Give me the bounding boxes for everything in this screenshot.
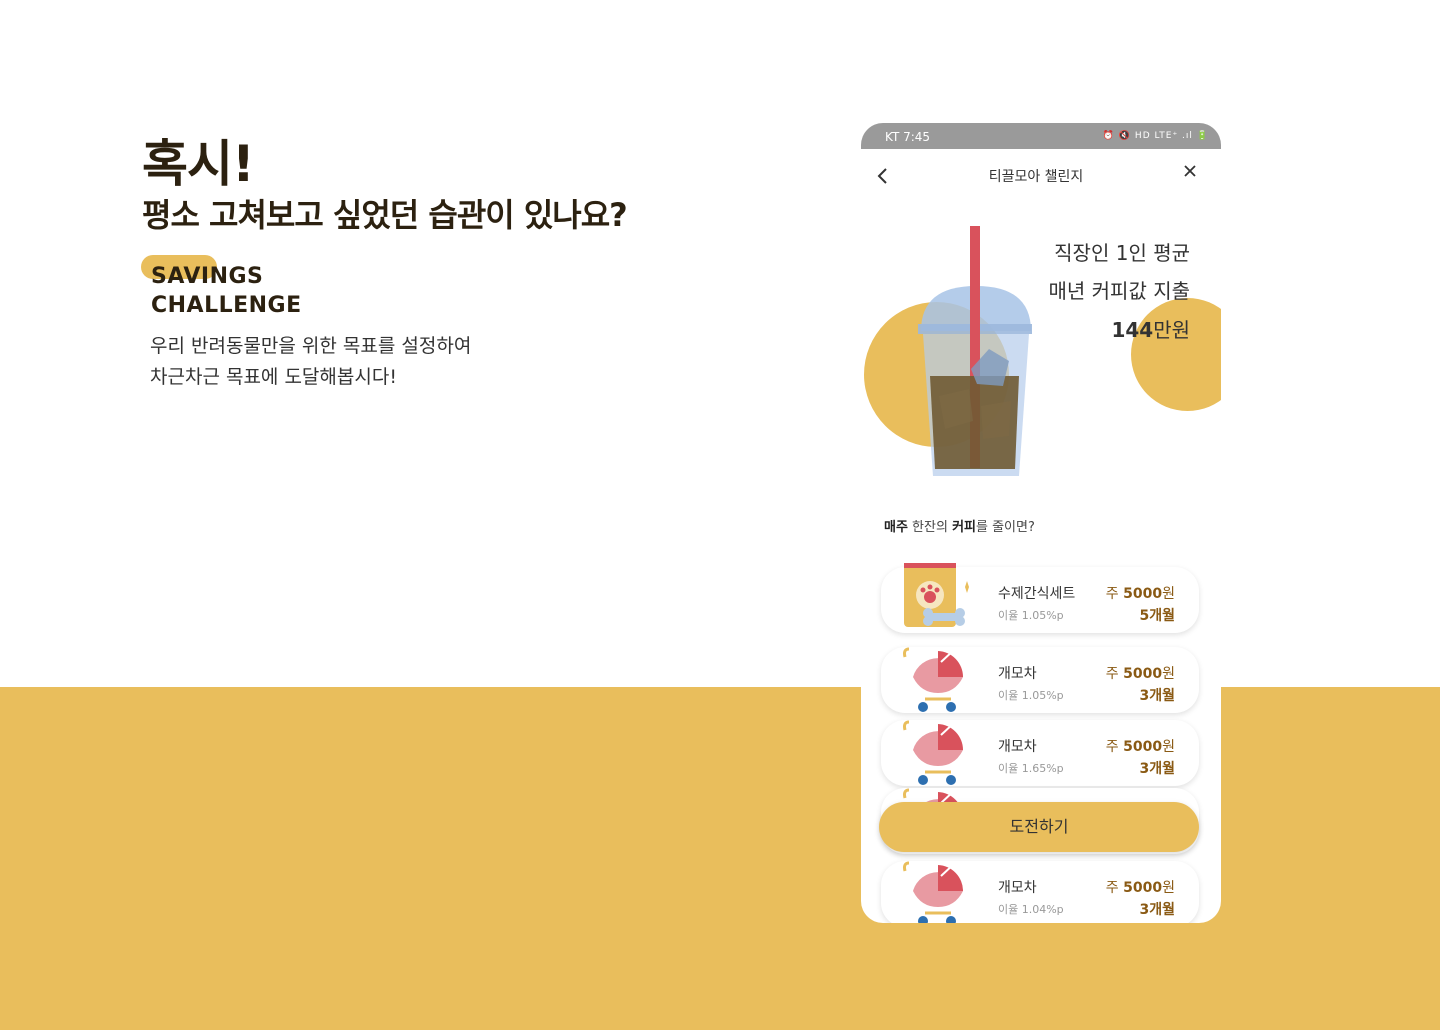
card-name: 개모차 <box>998 880 1037 896</box>
stat-number: 144 <box>1111 318 1154 342</box>
amount-currency: 원 <box>1162 880 1175 896</box>
amount-value: 5000 <box>1123 586 1163 602</box>
card-rate: 이율 1.65%p <box>998 762 1064 775</box>
amount-prefix: 주 <box>1105 666 1124 682</box>
challenge-card[interactable]: 수제간식세트 이율 1.05%p 주 5000원 5개월 <box>881 563 1199 633</box>
amount-value: 5000 <box>1123 739 1163 755</box>
stroller-icon <box>903 647 963 712</box>
badge-line2: CHALLENGE <box>151 293 302 318</box>
challenge-start-button[interactable]: 도전하기 <box>879 802 1199 852</box>
stat-value: 144만원 <box>1111 314 1190 343</box>
card-name: 수제간식세트 <box>998 586 1076 602</box>
card-rate: 이율 1.05%p <box>998 609 1064 622</box>
status-carrier-time: KT 7:45 <box>885 130 931 144</box>
stat-line2: 매년 커피값 지출 <box>1048 279 1190 303</box>
bottom-background-band <box>0 687 1440 1030</box>
stroller-icon <box>903 720 963 785</box>
card-name: 개모차 <box>998 666 1037 682</box>
card-amount: 주 5000원 <box>1106 877 1175 897</box>
question-bold2: 커피 <box>952 520 976 535</box>
card-period: 3개월 <box>1139 761 1175 777</box>
status-bar: KT 7:45 ⏰ 🔇 HD LTE⁺ .ıl 🔋 <box>861 123 1221 149</box>
question-text1: 한잔의 <box>907 520 953 535</box>
question-text: 매주 한잔의 커피를 줄이면? <box>884 516 1035 535</box>
nav-bar: 티끌모아 챌린지 <box>861 149 1221 199</box>
question-bold1: 매주 <box>884 520 908 535</box>
amount-prefix: 주 <box>1105 739 1124 755</box>
snack-bag-icon <box>904 563 969 627</box>
card-name: 개모차 <box>998 739 1037 755</box>
card-period: 3개월 <box>1139 688 1175 704</box>
card-amount: 주 5000원 <box>1106 663 1175 683</box>
amount-value: 5000 <box>1123 666 1163 682</box>
card-period: 5개월 <box>1139 608 1175 624</box>
badge-line1: SAVINGS <box>151 264 264 289</box>
phone-mockup: KT 7:45 ⏰ 🔇 HD LTE⁺ .ıl 🔋 티끌모아 챌린지 직장인 1… <box>861 123 1221 923</box>
card-amount: 주 5000원 <box>1106 583 1175 603</box>
status-icons: ⏰ 🔇 HD LTE⁺ .ıl 🔋 <box>1102 131 1209 141</box>
hero-description: 우리 반려동물만을 위한 목표를 설정하여 차근차근 목표에 도달해봅시다! <box>150 331 471 393</box>
challenge-card[interactable]: 개모차 이율 1.04%p 주 5000원 3개월 <box>881 861 1199 923</box>
stroller-icon <box>903 861 963 923</box>
amount-currency: 원 <box>1162 586 1175 602</box>
nav-title: 티끌모아 챌린지 <box>988 169 1084 185</box>
challenge-card[interactable]: 개모차 이율 1.65%p 주 5000원 3개월 <box>881 720 1199 786</box>
savings-challenge-badge: SAVINGS CHALLENGE <box>151 262 302 320</box>
card-rate: 이율 1.05%p <box>998 689 1064 702</box>
stat-unit: 만원 <box>1153 318 1190 342</box>
amount-prefix: 주 <box>1105 880 1124 896</box>
stat-line1: 직장인 1인 평균 <box>1054 241 1190 265</box>
amount-value: 5000 <box>1123 880 1163 896</box>
amount-currency: 원 <box>1162 739 1175 755</box>
card-amount: 주 5000원 <box>1106 736 1175 756</box>
card-period: 3개월 <box>1139 902 1175 918</box>
question-text2: 를 줄이면? <box>976 520 1035 535</box>
amount-currency: 원 <box>1162 666 1175 682</box>
iced-coffee-icon <box>918 226 1032 476</box>
challenge-card[interactable]: 개모차 이율 1.05%p 주 5000원 3개월 <box>881 647 1199 713</box>
desc-line1: 우리 반려동물만을 위한 목표를 설정하여 <box>150 335 472 357</box>
amount-prefix: 주 <box>1105 586 1124 602</box>
desc-line2: 차근차근 목표에 도달해봅시다! <box>150 366 397 388</box>
hero-title: 혹시! <box>142 135 255 193</box>
card-rate: 이율 1.04%p <box>998 903 1064 916</box>
hero-subtitle: 평소 고쳐보고 싶었던 습관이 있나요? <box>142 196 628 234</box>
close-icon[interactable] <box>1183 162 1197 183</box>
